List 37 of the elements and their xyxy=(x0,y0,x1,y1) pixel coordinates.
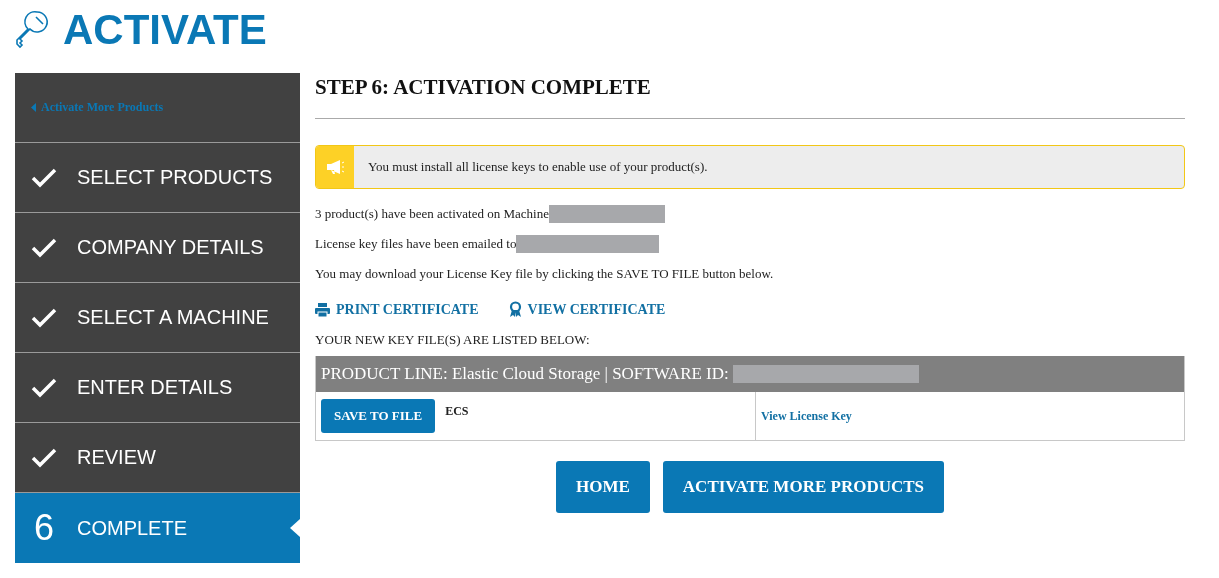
checkmark-icon xyxy=(31,377,57,398)
checkmark-icon xyxy=(31,447,57,468)
product-line-text: PRODUCT LINE: Elastic Cloud Storage | SOFTWARE ID: xyxy=(321,364,729,384)
status-message: License key files have been emailed to xyxy=(315,236,517,252)
ribbon-icon xyxy=(508,301,522,318)
step-label: SELECT PRODUCTS xyxy=(77,166,273,189)
status-message: You may download your License Key file by clicking the SAVE TO FILE button below. xyxy=(315,266,774,282)
notice-text: You must install all license keys to enable use of your product(s). xyxy=(367,158,708,176)
product-code: ECS xyxy=(445,403,469,419)
checkmark-icon xyxy=(31,167,57,188)
pointer-notch xyxy=(290,519,300,537)
step-item[interactable]: REVIEW xyxy=(15,423,300,493)
step-item[interactable]: ENTER DETAILS xyxy=(15,353,300,423)
checkmark-icon xyxy=(31,237,57,258)
view-license-key-link[interactable]: View License Key xyxy=(761,408,852,424)
key-icon xyxy=(15,10,51,50)
caret-left-icon xyxy=(31,103,36,112)
step-label: REVIEW xyxy=(77,446,156,469)
key-files-caption: YOUR NEW KEY FILE(S) ARE LISTED BELOW: xyxy=(315,332,591,348)
save-to-file-button[interactable]: SAVE TO FILE xyxy=(321,399,436,433)
megaphone-icon xyxy=(326,159,344,175)
status-message: 3 product(s) have been activated on Machine xyxy=(315,206,549,222)
checkmark-icon xyxy=(31,307,57,328)
step-item[interactable]: 6 COMPLETE xyxy=(15,493,300,563)
step-label: SELECT A MACHINE xyxy=(77,306,269,329)
step-heading: STEP 6: ACTIVATION COMPLETE xyxy=(315,73,1185,119)
step-item[interactable]: COMPANY DETAILS xyxy=(15,213,300,283)
action-button[interactable]: HOME xyxy=(556,461,650,513)
step-item[interactable]: SELECT PRODUCTS xyxy=(15,143,300,213)
printer-icon xyxy=(315,302,330,317)
page-title: ACTIVATE xyxy=(63,6,267,54)
step-number: 6 xyxy=(33,507,55,549)
step-item[interactable]: SELECT A MACHINE xyxy=(15,283,300,353)
action-button[interactable]: ACTIVATE MORE PRODUCTS xyxy=(662,461,944,513)
step-label: COMPLETE xyxy=(77,516,188,540)
step-label: COMPANY DETAILS xyxy=(77,236,264,259)
step-label: ENTER DETAILS xyxy=(77,376,233,399)
